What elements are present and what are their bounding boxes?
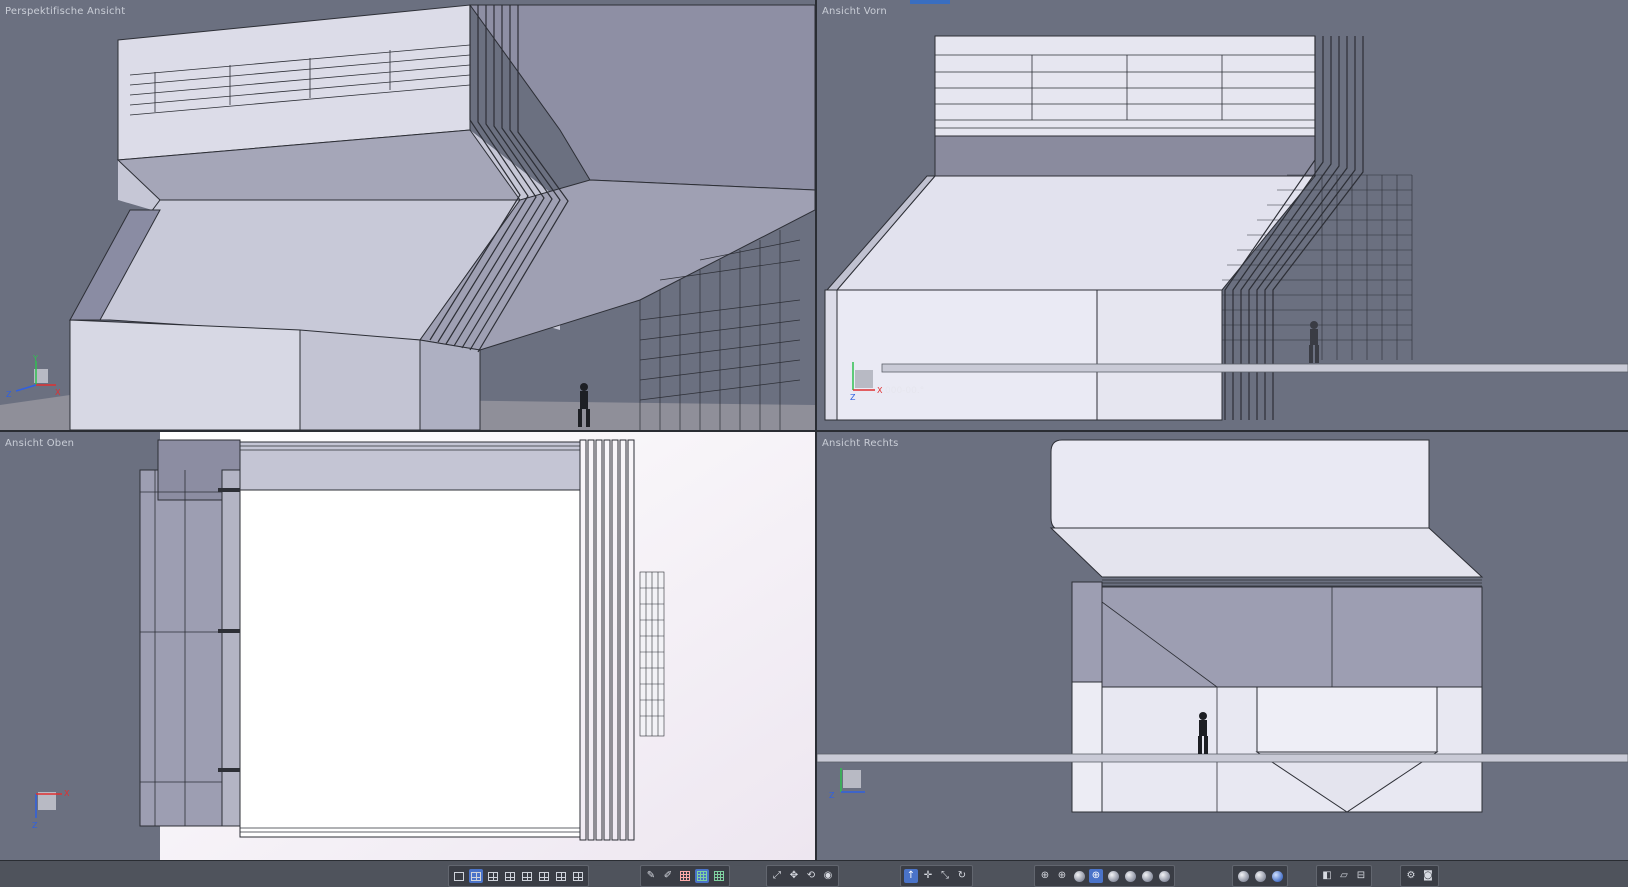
globe-icon[interactable]: ⊕ xyxy=(1055,869,1069,883)
objects-group: ◧ ▱ ⊟ xyxy=(1316,865,1372,887)
ball-4-icon[interactable] xyxy=(1157,869,1171,883)
ball-2-icon[interactable] xyxy=(1123,869,1137,883)
svg-text:Z: Z xyxy=(850,393,856,402)
shading-group: ⊕ ⊕ ⊕ xyxy=(1034,865,1175,887)
grid-green-icon[interactable] xyxy=(712,869,726,883)
cube-icon[interactable]: ◧ xyxy=(1320,869,1334,883)
top-scene xyxy=(0,432,815,860)
camera-group: ⤢ ✥ ⟲ ◉ xyxy=(766,865,839,887)
angle-readout: 000-00.° xyxy=(885,386,924,396)
settings-icon[interactable]: ⚙ xyxy=(1404,869,1418,883)
tools-group: ↑ ✛ ⤡ ↻ xyxy=(900,865,973,887)
axis-gizmo-icon: X Z xyxy=(32,789,70,830)
svg-text:X: X xyxy=(877,386,883,395)
right-scene xyxy=(817,432,1628,860)
layout-4b-icon[interactable] xyxy=(571,869,585,883)
active-globe-icon[interactable]: ⊕ xyxy=(1089,869,1103,883)
bottom-toolbar: ✎ ✐ ⤢ ✥ ⟲ ◉ ↑ ✛ ⤡ ↻ ⊕ ⊕ ⊕ ◧ ▱ ⊟ ⚙ ◙ xyxy=(0,860,1628,887)
pan-icon[interactable]: ✥ xyxy=(787,869,801,883)
scale-icon[interactable]: ⤡ xyxy=(938,869,952,883)
layout-single-icon[interactable] xyxy=(452,869,466,883)
svg-text:Z: Z xyxy=(6,390,12,399)
viewport-label-perspective: Perspektifische Ansicht xyxy=(5,6,126,17)
render-1-icon[interactable] xyxy=(1236,869,1250,883)
layout-4a-icon[interactable] xyxy=(554,869,568,883)
layout-quad-icon[interactable] xyxy=(469,869,483,883)
layout-group xyxy=(448,865,589,887)
svg-text:Z: Z xyxy=(32,821,38,830)
svg-text:X: X xyxy=(64,789,70,798)
viewport-label-front: Ansicht Vorn xyxy=(822,6,887,17)
viewport-right[interactable]: Ansicht Rechts Z xyxy=(817,432,1628,860)
plane-icon[interactable]: ▱ xyxy=(1337,869,1351,883)
camera-icon[interactable]: ◙ xyxy=(1421,869,1435,883)
axis-gizmo-icon: Z X 000-00.° xyxy=(850,362,924,402)
layout-3b-icon[interactable] xyxy=(537,869,551,883)
render-3-icon[interactable] xyxy=(1270,869,1284,883)
svg-text:X: X xyxy=(55,388,61,397)
viewport-front[interactable]: Ansicht Vorn Z X 000-00.° xyxy=(817,0,1628,430)
axis-gizmo-icon: Y X Z xyxy=(6,355,61,399)
rotate-icon[interactable]: ⟲ xyxy=(804,869,818,883)
misc-group: ⚙ ◙ xyxy=(1400,865,1439,887)
layout-2v-icon[interactable] xyxy=(503,869,517,883)
viewport-top[interactable]: Ansicht Oben X Z xyxy=(0,432,815,860)
select-icon[interactable]: ↑ xyxy=(904,869,918,883)
svg-text:Z: Z xyxy=(829,791,835,800)
grid-red-icon[interactable] xyxy=(678,869,692,883)
axis-gizmo-icon: Z xyxy=(829,768,865,800)
display-group: ✎ ✐ xyxy=(640,865,730,887)
viewport-label-top: Ansicht Oben xyxy=(5,438,75,449)
svg-text:Y: Y xyxy=(32,355,38,363)
perspective-scene xyxy=(0,0,815,430)
move-icon[interactable]: ✛ xyxy=(921,869,935,883)
ball-3-icon[interactable] xyxy=(1140,869,1154,883)
zoom-extents-icon[interactable]: ⤢ xyxy=(770,869,784,883)
brush-icon[interactable]: ✐ xyxy=(661,869,675,883)
shaded-ball-icon[interactable] xyxy=(1072,869,1086,883)
layout-2h-icon[interactable] xyxy=(486,869,500,883)
top-tab-indicator xyxy=(910,0,950,4)
render-2-icon[interactable] xyxy=(1253,869,1267,883)
viewport-divider-horizontal[interactable] xyxy=(0,430,1628,432)
wire-globe-icon[interactable]: ⊕ xyxy=(1038,869,1052,883)
eye-icon[interactable]: ◉ xyxy=(821,869,835,883)
ball-1-icon[interactable] xyxy=(1106,869,1120,883)
pencil-icon[interactable]: ✎ xyxy=(644,869,658,883)
rotate-tool-icon[interactable]: ↻ xyxy=(955,869,969,883)
viewport-perspective[interactable]: Perspektifische Ansicht Y X Z xyxy=(0,0,815,430)
layout-3a-icon[interactable] xyxy=(520,869,534,883)
viewport-label-right: Ansicht Rechts xyxy=(822,438,899,449)
cylinder-icon[interactable]: ⊟ xyxy=(1354,869,1368,883)
render-group xyxy=(1232,865,1288,887)
grid-blue-icon[interactable] xyxy=(695,869,709,883)
